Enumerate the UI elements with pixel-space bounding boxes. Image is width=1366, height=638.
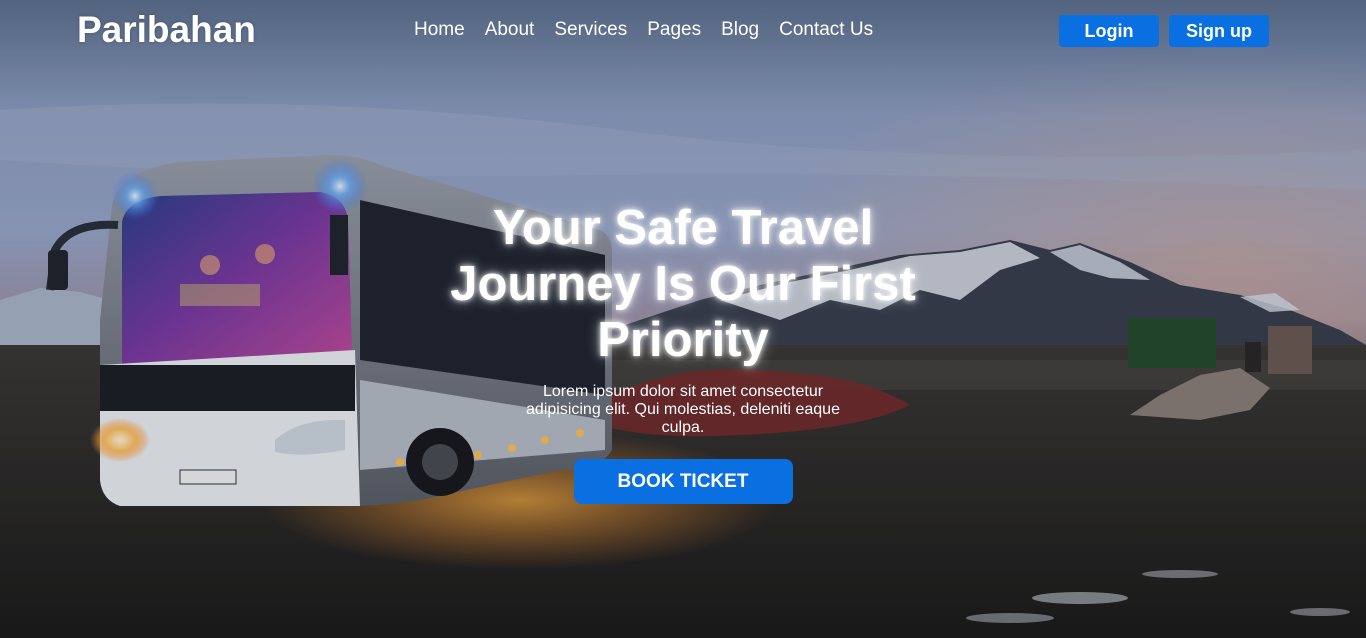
hero-content: Your Safe Travel Journey Is Our First Pr…	[443, 200, 923, 504]
nav-item-blog: Blog	[721, 19, 759, 41]
nav-item-home: Home	[414, 19, 465, 41]
signup-button[interactable]: Sign up	[1169, 15, 1269, 47]
nav-link-contact-us[interactable]: Contact Us	[779, 19, 873, 40]
nav-link-pages[interactable]: Pages	[647, 19, 701, 40]
nav-link-services[interactable]: Services	[554, 19, 627, 40]
top-navbar: Paribahan Home About Services Pages Blog…	[0, 0, 1366, 62]
hero-description: Lorem ipsum dolor sit amet consectetur a…	[526, 383, 840, 436]
nav-item-about: About	[485, 19, 535, 41]
nav-item-pages: Pages	[647, 19, 701, 41]
auth-buttons: Login Sign up	[1059, 15, 1269, 47]
brand-logo[interactable]: Paribahan	[77, 9, 256, 51]
nav-menu: Home About Services Pages Blog Contact U…	[414, 19, 873, 41]
login-button[interactable]: Login	[1059, 15, 1159, 47]
book-ticket-button[interactable]: BOOK TICKET	[573, 459, 793, 504]
nav-link-home[interactable]: Home	[414, 19, 465, 40]
hero-headline: Your Safe Travel Journey Is Our First Pr…	[450, 201, 916, 367]
nav-item-services: Services	[554, 19, 627, 41]
nav-link-blog[interactable]: Blog	[721, 19, 759, 40]
nav-item-contact: Contact Us	[779, 19, 873, 41]
nav-link-about[interactable]: About	[485, 19, 535, 40]
